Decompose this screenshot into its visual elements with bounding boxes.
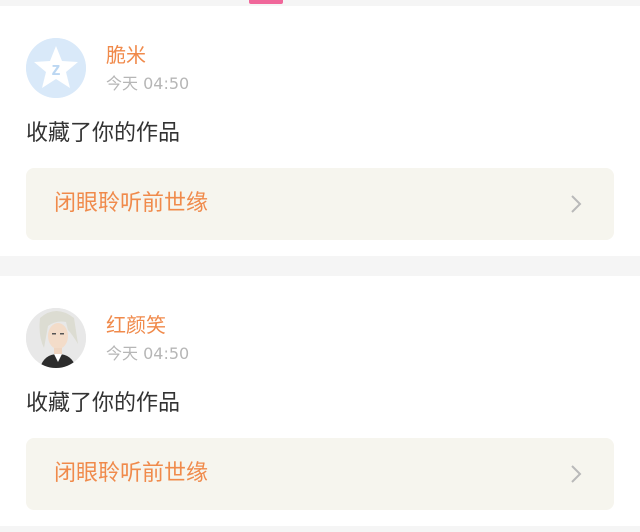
notification-card: 红颜笑 今天 04:50 收藏了你的作品 闭眼聆听前世缘 [0,276,640,526]
svg-text:z: z [52,59,61,79]
work-title: 闭眼聆听前世缘 [54,461,209,486]
timestamp: 今天 04:50 [106,74,190,93]
work-link-card[interactable]: 闭眼聆听前世缘 [26,168,614,240]
user-photo-avatar [26,308,86,368]
notification-card: z 脆米 今天 04:50 收藏了你的作品 闭眼聆听前世缘 [0,6,640,256]
chevron-right-icon [571,465,582,483]
timestamp: 今天 04:50 [106,344,190,363]
avatar[interactable]: z [26,38,86,98]
action-text: 收藏了你的作品 [26,391,181,416]
avatar[interactable] [26,308,86,368]
action-text: 收藏了你的作品 [26,121,181,146]
qzone-default-avatar-icon: z [26,38,86,98]
active-tab-indicator [249,0,283,4]
chevron-right-icon [571,195,582,213]
username[interactable]: 脆米 [106,43,146,67]
work-title: 闭眼聆听前世缘 [54,191,209,216]
username[interactable]: 红颜笑 [106,313,166,337]
work-link-card[interactable]: 闭眼聆听前世缘 [26,438,614,510]
